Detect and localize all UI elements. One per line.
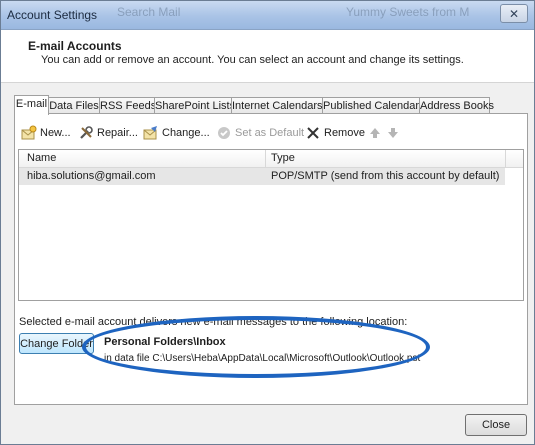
column-divider[interactable] [505,150,506,167]
tab-internet-calendars[interactable]: Internet Calendars [231,97,323,114]
repair-label: Repair... [97,127,138,139]
column-header-type[interactable]: Type [271,152,295,164]
tab-published-calendars[interactable]: Published Calendars [322,97,425,114]
section-title: E-mail Accounts [28,39,122,53]
column-divider[interactable] [265,150,266,167]
set-as-default-button[interactable]: Set as Default [216,124,304,142]
remove-label: Remove [324,127,365,139]
move-down-button[interactable] [385,124,404,142]
title-bar: Search Mail Yummy Sweets from M Account … [1,1,534,30]
dialog-footer: Close [1,409,534,444]
tab-rss-feeds[interactable]: RSS Feeds [99,97,156,114]
account-settings-window: Search Mail Yummy Sweets from M Account … [0,0,535,445]
section-subtitle: You can add or remove an account. You ca… [41,54,464,66]
tab-data-files[interactable]: Data Files [48,97,100,114]
accounts-list[interactable]: Name Type hiba.solutions@gmail.com POP/S… [18,149,524,301]
window-title: Account Settings [7,8,98,22]
account-name: hiba.solutions@gmail.com [27,170,156,182]
remove-button[interactable]: Remove [305,124,365,142]
change-button[interactable]: Change... [143,124,210,142]
repair-button[interactable]: Repair... [78,124,138,142]
new-account-icon [21,125,37,141]
new-label: New... [40,127,71,139]
tab-sharepoint-lists[interactable]: SharePoint Lists [154,97,235,114]
highlight-ellipse [82,316,430,378]
tab-email[interactable]: E-mail [14,95,49,115]
column-header-name[interactable]: Name [27,152,56,164]
close-button[interactable]: Close [465,414,527,436]
set-as-default-label: Set as Default [235,127,305,139]
change-label: Change... [162,127,210,139]
account-type: POP/SMTP (send from this account by defa… [271,170,500,182]
arrow-up-icon [367,125,383,141]
table-row[interactable]: hiba.solutions@gmail.com POP/SMTP (send … [19,168,505,185]
move-up-button[interactable] [367,124,386,142]
background-text: Search Mail [117,5,181,19]
change-account-icon [143,125,159,141]
repair-tools-icon [78,125,94,141]
tab-address-books[interactable]: Address Books [419,97,494,114]
header-section: E-mail Accounts You can add or remove an… [1,30,534,83]
remove-x-icon [305,125,321,141]
checkmark-circle-icon [216,125,232,141]
new-button[interactable]: New... [21,124,71,142]
list-header: Name Type [19,150,523,168]
background-text: Yummy Sweets from M [346,5,470,19]
arrow-down-icon [385,125,401,141]
close-icon[interactable]: ✕ [500,4,528,23]
